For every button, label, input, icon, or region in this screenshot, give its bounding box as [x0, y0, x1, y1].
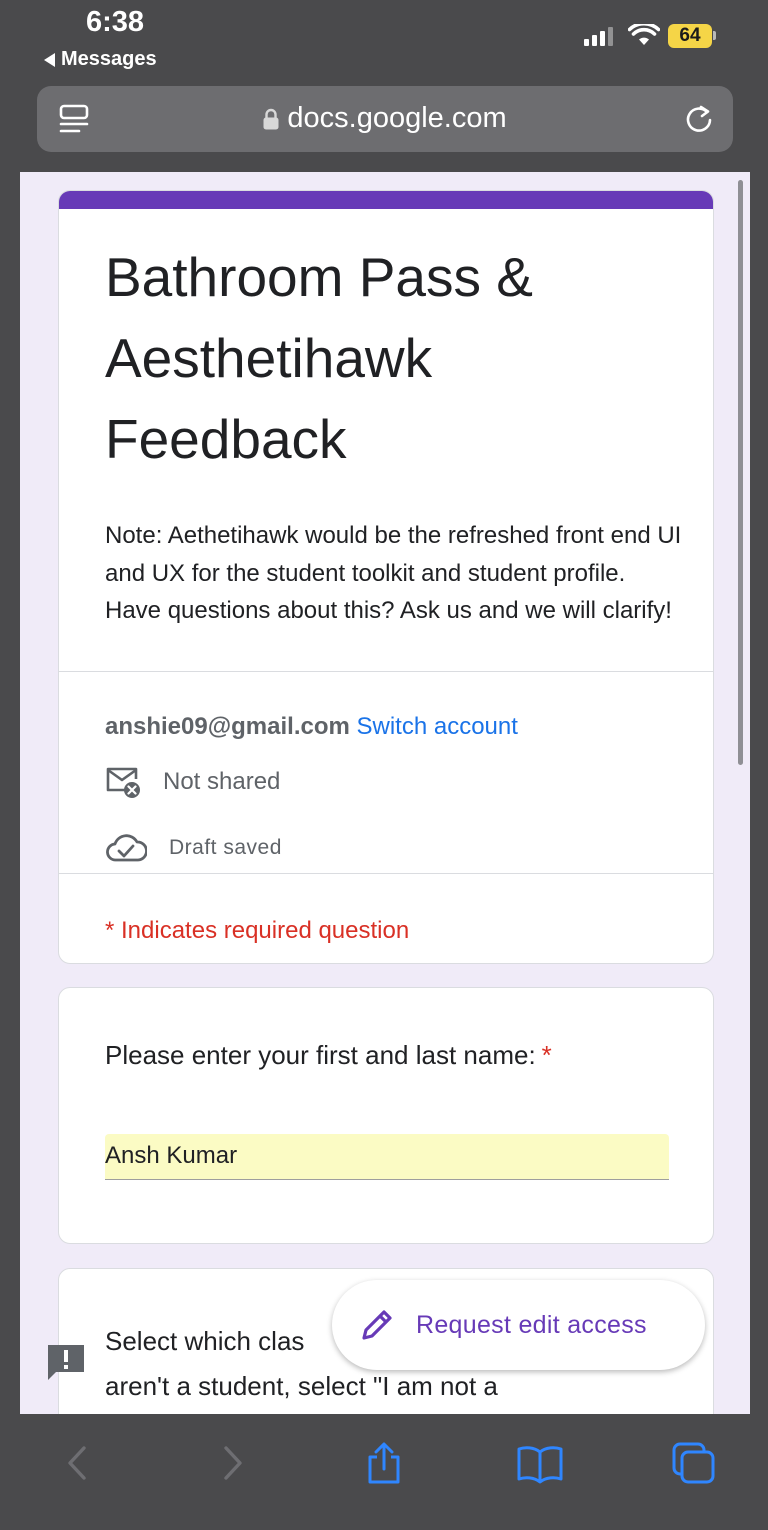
- browser-toolbar: [0, 1414, 768, 1530]
- divider: [59, 873, 713, 874]
- back-to-messages[interactable]: Messages: [44, 48, 157, 71]
- back-arrow-icon[interactable]: [58, 1442, 98, 1484]
- request-edit-access-label: Request edit access: [416, 1310, 647, 1339]
- form-header-card: Bathroom Pass & Aesthetihawk Feedback No…: [58, 190, 714, 964]
- share-icon[interactable]: [364, 1442, 404, 1484]
- mail-not-shared-icon: [106, 767, 140, 798]
- form-title: Bathroom Pass & Aesthetihawk Feedback: [105, 246, 533, 470]
- form-accent-bar: [59, 191, 713, 209]
- request-edit-access-button[interactable]: Request edit access: [332, 1280, 705, 1370]
- question-name-text: Please enter your first and last name:: [105, 1040, 536, 1070]
- back-app-label: Messages: [61, 48, 157, 70]
- forward-arrow-icon[interactable]: [212, 1442, 252, 1484]
- draft-saved-row: Draft saved: [105, 831, 282, 865]
- divider: [59, 671, 713, 672]
- reload-icon[interactable]: [683, 103, 715, 135]
- status-time: 6:38: [86, 6, 145, 38]
- pencil-icon: [362, 1310, 392, 1340]
- question-class-text-line1: Select which clas: [105, 1326, 305, 1356]
- switch-account-link[interactable]: Switch account: [357, 713, 518, 740]
- tabs-icon[interactable]: [672, 1442, 716, 1484]
- wifi-icon: [628, 24, 660, 45]
- name-answer-input[interactable]: Ansh Kumar: [105, 1134, 669, 1180]
- browser-address-area: docs.google.com: [0, 84, 768, 172]
- account-email: anshie09@gmail.com: [105, 713, 350, 740]
- not-shared-label: Not shared: [163, 768, 281, 795]
- required-question-note: * Indicates required question: [105, 917, 410, 944]
- draft-saved-label: Draft saved: [169, 836, 282, 859]
- url-display[interactable]: docs.google.com: [37, 102, 733, 135]
- address-bar[interactable]: docs.google.com: [37, 86, 733, 152]
- lock-icon: [263, 108, 279, 129]
- battery-nub: [713, 31, 716, 40]
- form-description: Note: Aethetihawk would be the refreshed…: [105, 522, 682, 624]
- report-feedback-icon[interactable]: [46, 1342, 86, 1382]
- battery-level: 64: [668, 24, 712, 48]
- required-asterisk: *: [541, 1040, 552, 1070]
- url-text: docs.google.com: [287, 102, 507, 134]
- not-shared-row: Not shared: [105, 765, 280, 799]
- account-line: anshie09@gmail.com Switch account: [105, 713, 518, 741]
- question-class-text-line2: aren't a student, select "I am not a: [105, 1371, 498, 1401]
- question-name-label: Please enter your first and last name: *: [105, 1040, 552, 1071]
- signal-icon: [584, 27, 613, 46]
- question-card-name: Please enter your first and last name: * …: [58, 987, 714, 1244]
- page-scrollbar[interactable]: [738, 180, 743, 765]
- form-page[interactable]: Bathroom Pass & Aesthetihawk Feedback No…: [20, 172, 750, 1414]
- cloud-done-icon: [106, 834, 147, 862]
- back-triangle-icon: [44, 52, 55, 67]
- bookmarks-icon[interactable]: [516, 1442, 564, 1484]
- status-bar: 6:38 Messages 64: [0, 0, 768, 84]
